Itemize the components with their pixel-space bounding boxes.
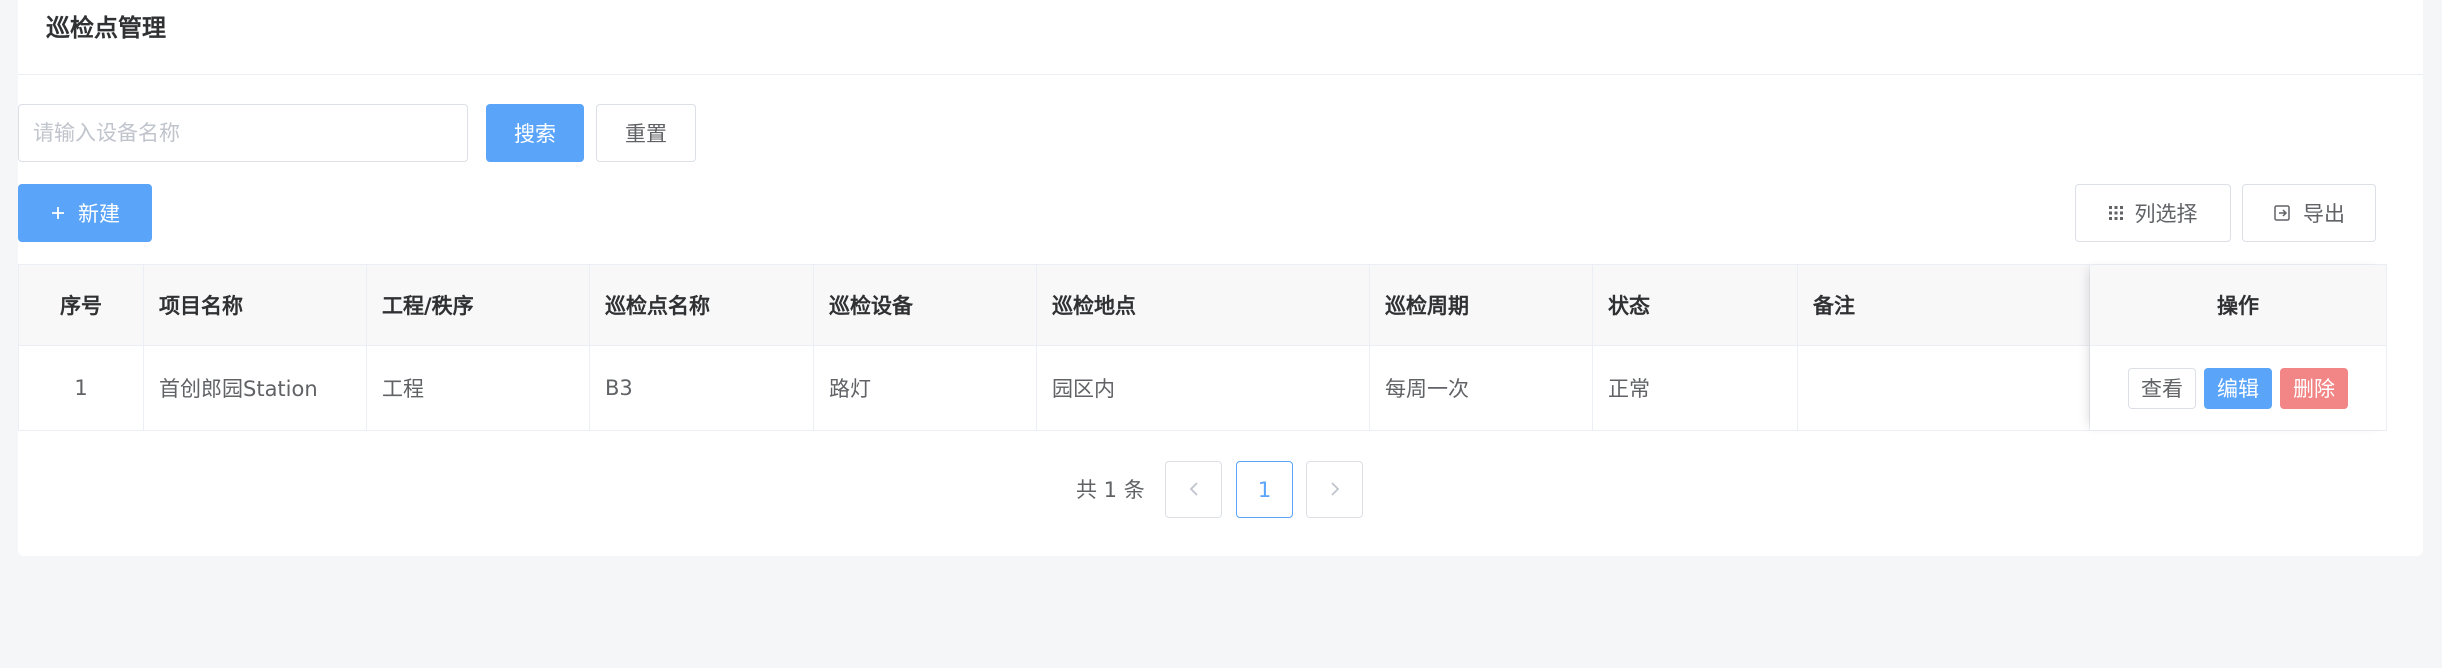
search-input[interactable] (18, 104, 468, 162)
prev-page-button[interactable] (1165, 461, 1222, 518)
chevron-right-icon (1329, 478, 1341, 502)
data-table: 序号 项目名称 工程/秩序 巡检点名称 巡检设备 巡检地点 巡检周期 状态 备注… (18, 264, 2387, 431)
export-label: 导出 (2303, 202, 2345, 226)
cell-remark (1798, 346, 2090, 430)
column-select-label: 列选择 (2134, 202, 2198, 226)
table-header: 序号 项目名称 工程/秩序 巡检点名称 巡检设备 巡检地点 巡检周期 状态 备注… (19, 265, 2386, 346)
column-header: 序号 (19, 265, 144, 345)
column-header: 巡检地点 (1037, 265, 1370, 345)
cell-status: 正常 (1593, 346, 1798, 430)
cell-device: 路灯 (814, 346, 1037, 430)
column-select-button[interactable]: 列选择 (2075, 184, 2231, 242)
page-number-button[interactable]: 1 (1236, 461, 1293, 518)
column-header: 备注 (1798, 265, 2090, 345)
grid-icon (2108, 206, 2123, 220)
cell-location: 园区内 (1037, 346, 1370, 430)
column-header: 状态 (1593, 265, 1798, 345)
chevron-left-icon (1188, 478, 1200, 502)
cell-cycle: 每周一次 (1370, 346, 1593, 430)
reset-button[interactable]: 重置 (596, 104, 696, 162)
column-header: 巡检点名称 (590, 265, 814, 345)
search-button[interactable]: 搜索 (486, 104, 584, 162)
new-button-label: 新建 (78, 202, 120, 226)
cell-project: 首创郎园Station (144, 346, 367, 430)
table-row: 1 首创郎园Station 工程 B3 路灯 园区内 每周一次 正常 查看 编辑… (19, 346, 2386, 430)
column-header: 项目名称 (144, 265, 367, 345)
cell-type: 工程 (367, 346, 590, 430)
next-page-button[interactable] (1306, 461, 1363, 518)
fixed-column-shadow (2090, 265, 2386, 430)
new-button[interactable]: 新建 (18, 184, 152, 242)
export-icon (2273, 204, 2291, 222)
pagination-total: 共 1 条 (1076, 478, 1145, 502)
cell-point: B3 (590, 346, 814, 430)
plus-icon (50, 205, 66, 221)
column-header: 巡检周期 (1370, 265, 1593, 345)
cell-index: 1 (19, 346, 144, 430)
column-header: 工程/秩序 (367, 265, 590, 345)
export-button[interactable]: 导出 (2242, 184, 2376, 242)
card-header: 巡检点管理 (18, 0, 2423, 75)
page-title: 巡检点管理 (46, 14, 166, 42)
column-header: 巡检设备 (814, 265, 1037, 345)
